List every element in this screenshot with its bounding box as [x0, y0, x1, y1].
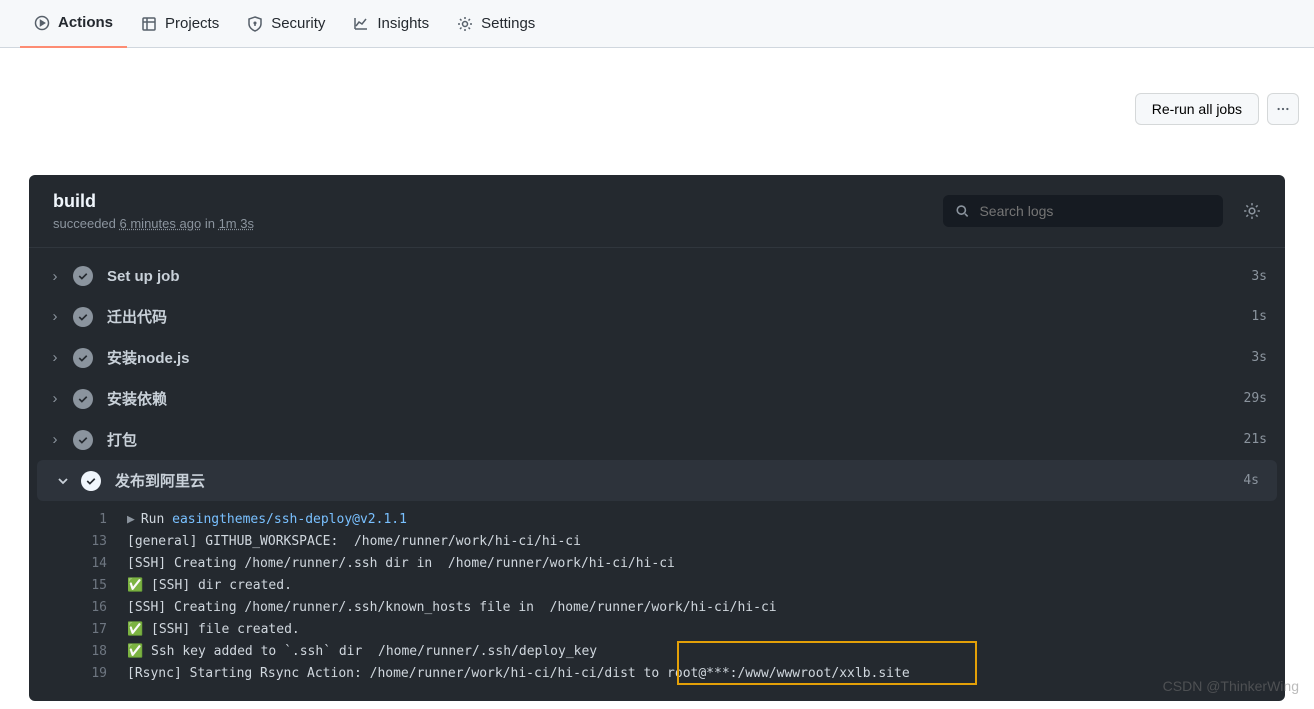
log-output: 1 ▶Run easingthemes/ssh-deploy@v2.1.1 13…: [29, 501, 1285, 693]
log-line-text: [general] GITHUB_WORKSPACE: /home/runner…: [127, 531, 581, 553]
step-time: 4s: [1243, 473, 1259, 488]
job-in: in: [205, 216, 215, 231]
search-icon: [955, 203, 969, 219]
step-time: 3s: [1251, 269, 1267, 284]
job-status: succeeded: [53, 216, 116, 231]
nav-projects[interactable]: Projects: [127, 0, 233, 48]
nav-label: Security: [271, 15, 325, 32]
step-name: 发布到阿里云: [115, 470, 1243, 491]
step-time: 29s: [1244, 391, 1267, 406]
top-actions: Re-run all jobs: [15, 93, 1299, 125]
search-input[interactable]: [979, 203, 1211, 219]
panel-header-right: [943, 195, 1261, 227]
play-icon: [34, 15, 50, 31]
nav-label: Actions: [58, 14, 113, 31]
log-line-number: 18: [29, 641, 127, 663]
settings-gear-icon[interactable]: [1243, 202, 1261, 220]
log-line-text: [SSH] Creating /home/runner/.ssh/known_h…: [127, 597, 777, 619]
rerun-button[interactable]: Re-run all jobs: [1135, 93, 1259, 125]
log-line-text: ▶Run easingthemes/ssh-deploy@v2.1.1: [127, 509, 407, 531]
shield-icon: [247, 16, 263, 32]
nav-label: Insights: [377, 15, 429, 32]
log-line[interactable]: 15✅ [SSH] dir created.: [29, 575, 1285, 597]
log-line-text: ✅ [SSH] dir created.: [127, 575, 292, 597]
kebab-icon: [1276, 101, 1290, 117]
log-line-text: [Rsync] Starting Rsync Action: /home/run…: [127, 663, 910, 685]
step-time: 1s: [1251, 309, 1267, 324]
nav-settings[interactable]: Settings: [443, 0, 549, 48]
chevron-right-icon: ›: [47, 349, 63, 366]
nav-security[interactable]: Security: [233, 0, 339, 48]
log-line-number: 16: [29, 597, 127, 619]
step-row[interactable]: › 安装node.js 3s: [29, 337, 1285, 378]
log-line[interactable]: 1 ▶Run easingthemes/ssh-deploy@v2.1.1: [29, 509, 1285, 531]
step-name: 安装依赖: [107, 388, 1244, 409]
gear-icon: [457, 16, 473, 32]
step-row[interactable]: › 安装依赖 29s: [29, 378, 1285, 419]
chevron-down-icon: [55, 475, 71, 487]
log-line-number: 15: [29, 575, 127, 597]
log-line[interactable]: 13[general] GITHUB_WORKSPACE: /home/runn…: [29, 531, 1285, 553]
nav-insights[interactable]: Insights: [339, 0, 443, 48]
step-row[interactable]: › 打包 21s: [29, 419, 1285, 460]
log-line-number: 17: [29, 619, 127, 641]
step-time: 21s: [1244, 432, 1267, 447]
project-icon: [141, 16, 157, 32]
check-icon: [73, 389, 93, 409]
chevron-right-icon: ›: [47, 390, 63, 407]
job-panel: build succeeded 6 minutes ago in 1m 3s ›: [29, 175, 1285, 701]
repo-nav: Actions Projects Security Insights Setti…: [0, 0, 1314, 48]
graph-icon: [353, 16, 369, 32]
watermark: CSDN @ThinkerWing: [1163, 678, 1299, 694]
step-row-expanded[interactable]: 发布到阿里云 4s: [37, 460, 1277, 501]
check-icon: [73, 348, 93, 368]
log-line[interactable]: 17✅ [SSH] file created.: [29, 619, 1285, 641]
panel-header: build succeeded 6 minutes ago in 1m 3s: [29, 175, 1285, 248]
check-icon: [81, 471, 101, 491]
nav-actions[interactable]: Actions: [20, 0, 127, 48]
chevron-right-icon: ›: [47, 268, 63, 285]
log-line[interactable]: 18✅ Ssh key added to `.ssh` dir /home/ru…: [29, 641, 1285, 663]
log-line[interactable]: 16[SSH] Creating /home/runner/.ssh/known…: [29, 597, 1285, 619]
check-icon: [73, 266, 93, 286]
log-line-number: 13: [29, 531, 127, 553]
panel-title-block: build succeeded 6 minutes ago in 1m 3s: [53, 191, 254, 231]
log-line-text: ✅ Ssh key added to `.ssh` dir /home/runn…: [127, 641, 597, 663]
search-box[interactable]: [943, 195, 1223, 227]
chevron-right-icon: ›: [47, 308, 63, 325]
check-icon: [73, 430, 93, 450]
step-name: 迁出代码: [107, 306, 1251, 327]
check-icon: [73, 307, 93, 327]
step-row[interactable]: › 迁出代码 1s: [29, 296, 1285, 337]
kebab-button[interactable]: [1267, 93, 1299, 125]
step-name: 安装node.js: [107, 347, 1251, 368]
step-row[interactable]: › Set up job 3s: [29, 256, 1285, 296]
nav-label: Settings: [481, 15, 535, 32]
chevron-right-icon: ›: [47, 431, 63, 448]
job-title: build: [53, 191, 254, 212]
step-name: 打包: [107, 429, 1244, 450]
log-line-text: ✅ [SSH] file created.: [127, 619, 300, 641]
log-line[interactable]: 14[SSH] Creating /home/runner/.ssh dir i…: [29, 553, 1285, 575]
log-line[interactable]: 19[Rsync] Starting Rsync Action: /home/r…: [29, 663, 1285, 685]
log-line-number: 14: [29, 553, 127, 575]
main-container: Re-run all jobs build succeeded 6 minute…: [0, 48, 1314, 701]
nav-label: Projects: [165, 15, 219, 32]
job-subtitle: succeeded 6 minutes ago in 1m 3s: [53, 216, 254, 231]
log-line-text: [SSH] Creating /home/runner/.ssh dir in …: [127, 553, 675, 575]
step-time: 3s: [1251, 350, 1267, 365]
job-when[interactable]: 6 minutes ago: [120, 216, 202, 231]
job-duration[interactable]: 1m 3s: [219, 216, 254, 231]
steps-list: › Set up job 3s › 迁出代码 1s › 安装node.js 3s…: [29, 248, 1285, 701]
step-name: Set up job: [107, 268, 1251, 285]
log-line-number: 19: [29, 663, 127, 685]
log-line-number: 1: [29, 509, 127, 531]
